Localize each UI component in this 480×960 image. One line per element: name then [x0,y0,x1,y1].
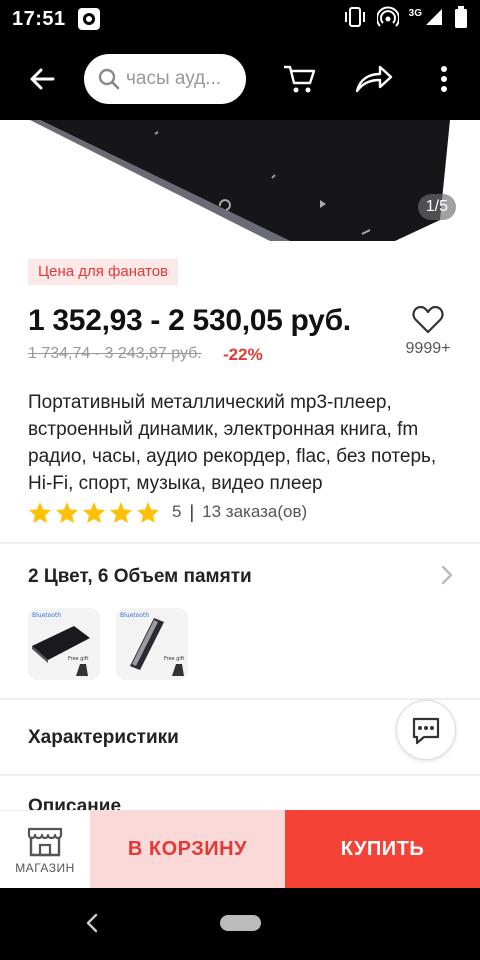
variants-title: 2 Цвет, 6 Объем памяти [28,566,252,587]
product-price: 1 352,93 - 2 530,05 руб. [28,304,351,337]
star-icon [29,501,51,523]
divider [0,542,480,544]
specs-label: Характеристики [28,727,179,748]
product-photo [30,120,450,241]
buy-button[interactable]: КУПИТЬ [285,810,480,888]
store-button[interactable]: МАГАЗИН [0,810,90,888]
rating-row[interactable]: 5 | 13 заказа(ов) [28,500,307,524]
variant-thumbnail[interactable]: Bluetooth Free gift [116,608,188,680]
store-icon [27,827,63,856]
gift-label: Free gift [164,656,184,662]
search-icon [98,68,120,90]
nav-home-pill[interactable] [220,915,261,931]
cart-button[interactable] [268,38,332,120]
nav-back-icon[interactable] [84,912,100,939]
product-title: Портативный металлический mp3-плеер, вст… [28,392,437,494]
store-label: МАГАЗИН [15,860,75,875]
vibrate-icon [343,6,367,33]
rating-separator: | [189,501,195,522]
back-button[interactable] [0,38,84,120]
heart-icon [412,305,444,334]
search-input[interactable]: часы ауд... [84,54,246,104]
star-icon [137,501,159,523]
bluetooth-label: Bluetooth [120,612,149,619]
image-counter: 1/5 [417,194,456,220]
rating-value: 5 [172,502,182,521]
system-nav-bar [0,888,480,960]
variant-thumbnail[interactable]: Bluetooth Free gift [28,608,100,680]
status-bar: 17:51 3G [0,0,480,38]
back-arrow-icon [30,68,55,90]
rating-stars [28,501,160,524]
star-icon [83,501,105,523]
battery-icon [454,5,468,33]
old-price: 1 734,74 - 3 243,87 руб. [28,345,202,362]
star-icon [56,501,78,523]
bottom-action-bar: МАГАЗИН В КОРЗИНУ КУПИТЬ [0,810,480,888]
cart-icon [284,65,316,93]
star-icon [110,501,132,523]
divider [0,774,480,776]
media-icon [77,8,100,30]
variants-section[interactable]: 2 Цвет, 6 Объем памяти Bluetooth Free gi… [0,546,480,696]
network-type: 3G [408,7,422,19]
share-icon [355,65,393,93]
hotspot-icon [375,6,400,33]
wishlist-count: 9999+ [405,340,451,357]
add-to-cart-button[interactable]: В КОРЗИНУ [90,810,285,888]
gift-label: Free gift [68,656,88,662]
app-bar: часы ауд... [0,38,480,120]
bluetooth-label: Bluetooth [32,612,61,619]
status-icons: 3G [343,5,468,33]
more-button[interactable] [416,38,472,120]
wishlist-button[interactable]: 9999+ [400,304,456,372]
orders-count: 13 заказа(ов) [202,502,308,521]
chat-icon [412,717,440,745]
chevron-right-icon [440,564,454,591]
promo-tag: Цена для фанатов [28,259,179,285]
share-button[interactable] [342,38,406,120]
more-vert-icon [441,66,447,92]
search-placeholder: часы ауд... [126,68,222,89]
signal-icon [424,7,444,32]
product-gallery[interactable]: 1/5 [0,120,480,241]
status-time: 17:51 [12,7,66,30]
chat-button[interactable] [396,700,456,760]
discount-badge: -22% [223,345,263,364]
variant-thumbnails: Bluetooth Free gift Bluetooth Free gift [28,608,188,680]
